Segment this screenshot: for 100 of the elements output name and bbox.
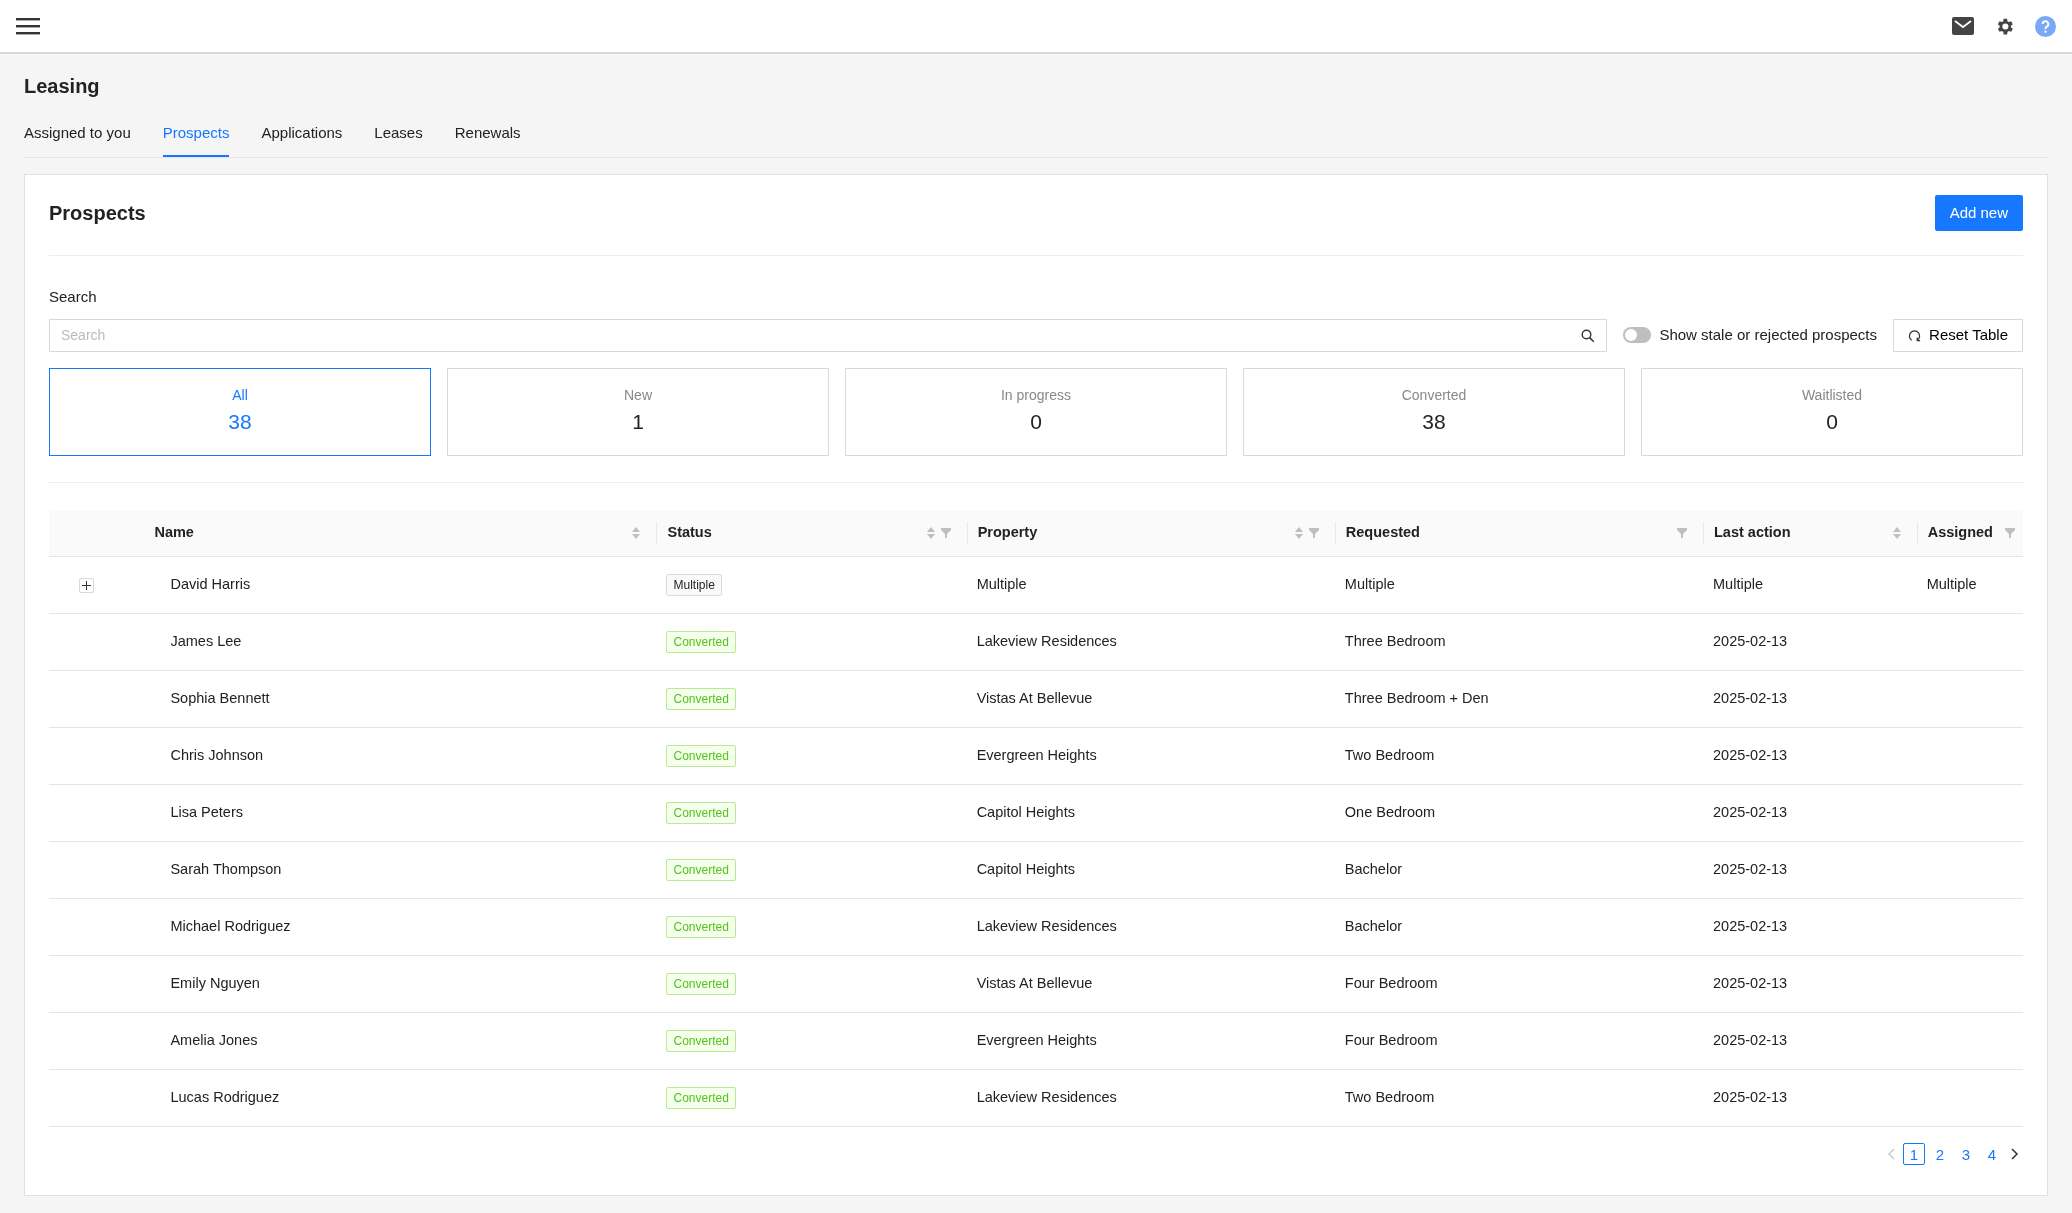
search-label: Search	[49, 287, 98, 307]
table-cell: Three Bedroom	[1344, 633, 1446, 650]
table-cell: Multiple	[1713, 576, 1763, 593]
table-cell: One Bedroom	[1344, 804, 1436, 821]
tab[interactable]: Prospects	[162, 114, 230, 157]
page-button[interactable]: 3	[1955, 1143, 1977, 1165]
table-cell: 2025-02-13	[1713, 747, 1788, 764]
page-button[interactable]: 4	[1981, 1143, 2003, 1165]
stat-count: 38	[1422, 409, 1446, 436]
table-cell: Bachelor	[1344, 918, 1403, 935]
name-cell: Emily Nguyen	[170, 975, 260, 992]
mail-icon[interactable]	[1952, 17, 1974, 35]
table-cell: Two Bedroom	[1344, 747, 1435, 764]
tab[interactable]: Assigned to you	[24, 114, 131, 157]
table-cell: Four Bedroom	[1344, 1032, 1438, 1049]
name-cell: Amelia Jones	[170, 1032, 258, 1049]
stat-label: In progress	[1000, 386, 1071, 406]
table-cell: Lakeview Residences	[976, 1089, 1117, 1106]
table-cell: 2025-02-13	[1713, 633, 1788, 650]
reset-table-button[interactable]: Reset Table	[1893, 318, 2023, 352]
toggle-switch[interactable]	[1623, 327, 1652, 343]
table-cell: Multiple	[1344, 576, 1395, 593]
name-cell: Chris Johnson	[170, 747, 264, 764]
table-cell: 2025-02-13	[1713, 690, 1788, 707]
table-cell: Capitol Heights	[976, 861, 1075, 878]
name-cell: Sophia Bennett	[170, 690, 270, 707]
tab[interactable]: Leases	[374, 114, 423, 157]
name-cell: Michael Rodriguez	[170, 918, 291, 935]
status-tag: Converted	[666, 688, 736, 710]
panel-title: Prospects	[49, 200, 146, 225]
add-new-button[interactable]: Add new	[1934, 194, 2023, 231]
table-cell: Multiple	[1926, 576, 1977, 593]
column-header[interactable]: Last action	[1714, 522, 1791, 545]
table-cell: 2025-02-13	[1713, 975, 1788, 992]
filter-icon[interactable]	[1677, 528, 1687, 539]
status-tag: Converted	[666, 631, 736, 653]
table-cell: Two Bedroom	[1344, 1089, 1435, 1106]
table-cell: 2025-02-13	[1713, 861, 1788, 878]
table-cell: Evergreen Heights	[976, 747, 1097, 764]
stat-label: All	[232, 386, 248, 406]
stat-count: 0	[1030, 409, 1042, 436]
column-header[interactable]: Property	[977, 522, 1038, 545]
page-title: Leasing	[24, 74, 101, 98]
table-cell: Four Bedroom	[1344, 975, 1438, 992]
status-tag: Multiple	[666, 574, 722, 596]
stat-label: Waitlisted	[1801, 386, 1863, 406]
table-cell: Lakeview Residences	[976, 633, 1117, 650]
name-cell: David Harris	[170, 576, 251, 593]
table-cell: Bachelor	[1344, 861, 1403, 878]
status-tag: Converted	[666, 916, 736, 938]
stat-count: 1	[632, 409, 644, 436]
page-button[interactable]: 2	[1929, 1143, 1951, 1165]
reload-icon	[1908, 328, 1922, 342]
tab[interactable]: Applications	[261, 114, 343, 157]
stat-count: 38	[228, 409, 252, 436]
expand-button[interactable]	[79, 577, 94, 593]
search-field[interactable]: Search	[49, 318, 1608, 352]
filter-icon[interactable]	[2005, 528, 2015, 539]
page-button[interactable]: 1	[1903, 1143, 1925, 1165]
status-tag: Converted	[666, 973, 736, 995]
name-cell: Lisa Peters	[170, 804, 243, 821]
stat-label: New	[624, 386, 652, 406]
status-tag: Converted	[666, 745, 736, 767]
stat-card[interactable]: New 1	[447, 367, 829, 456]
stat-card[interactable]: Converted 38	[1243, 367, 1625, 456]
filter-icon[interactable]	[940, 528, 951, 539]
table-cell: 2025-02-13	[1713, 1032, 1788, 1049]
status-tag: Converted	[666, 1030, 736, 1052]
status-tag: Converted	[666, 859, 736, 881]
tab[interactable]: Renewals	[454, 114, 521, 157]
table-cell: 2025-02-13	[1713, 918, 1788, 935]
sort-icon[interactable]	[926, 527, 935, 540]
status-tag: Converted	[666, 1087, 736, 1109]
stat-label: Converted	[1401, 386, 1467, 406]
toggle-label: Show stale or rejected prospects	[1659, 324, 1878, 345]
search-icon	[1581, 328, 1596, 343]
stat-count: 0	[1826, 409, 1838, 436]
filter-icon[interactable]	[1308, 528, 1319, 539]
help-icon[interactable]	[2035, 15, 2056, 37]
stat-card[interactable]: All 38	[49, 367, 431, 456]
table-cell: Vistas At Bellevue	[976, 975, 1093, 992]
sort-icon[interactable]	[1294, 527, 1303, 540]
table-cell: Three Bedroom + Den	[1344, 690, 1489, 707]
column-header[interactable]: Status	[667, 522, 712, 545]
table-cell: Multiple	[976, 576, 1027, 593]
table-cell: 2025-02-13	[1713, 804, 1788, 821]
name-cell: Sarah Thompson	[170, 861, 282, 878]
stat-card[interactable]: Waitlisted 0	[1641, 367, 2023, 456]
table-cell: Evergreen Heights	[976, 1032, 1097, 1049]
name-cell: James Lee	[170, 633, 242, 650]
name-cell: Lucas Rodriguez	[170, 1089, 280, 1106]
column-header[interactable]: Name	[154, 522, 194, 545]
table-cell: Lakeview Residences	[976, 918, 1117, 935]
sort-icon[interactable]	[632, 527, 641, 540]
stat-card[interactable]: In progress 0	[845, 367, 1227, 456]
sort-icon[interactable]	[1892, 527, 1901, 540]
menu-icon[interactable]	[16, 17, 40, 35]
table-cell: Vistas At Bellevue	[976, 690, 1093, 707]
column-header[interactable]: Requested	[1345, 522, 1420, 545]
status-tag: Converted	[666, 802, 736, 824]
